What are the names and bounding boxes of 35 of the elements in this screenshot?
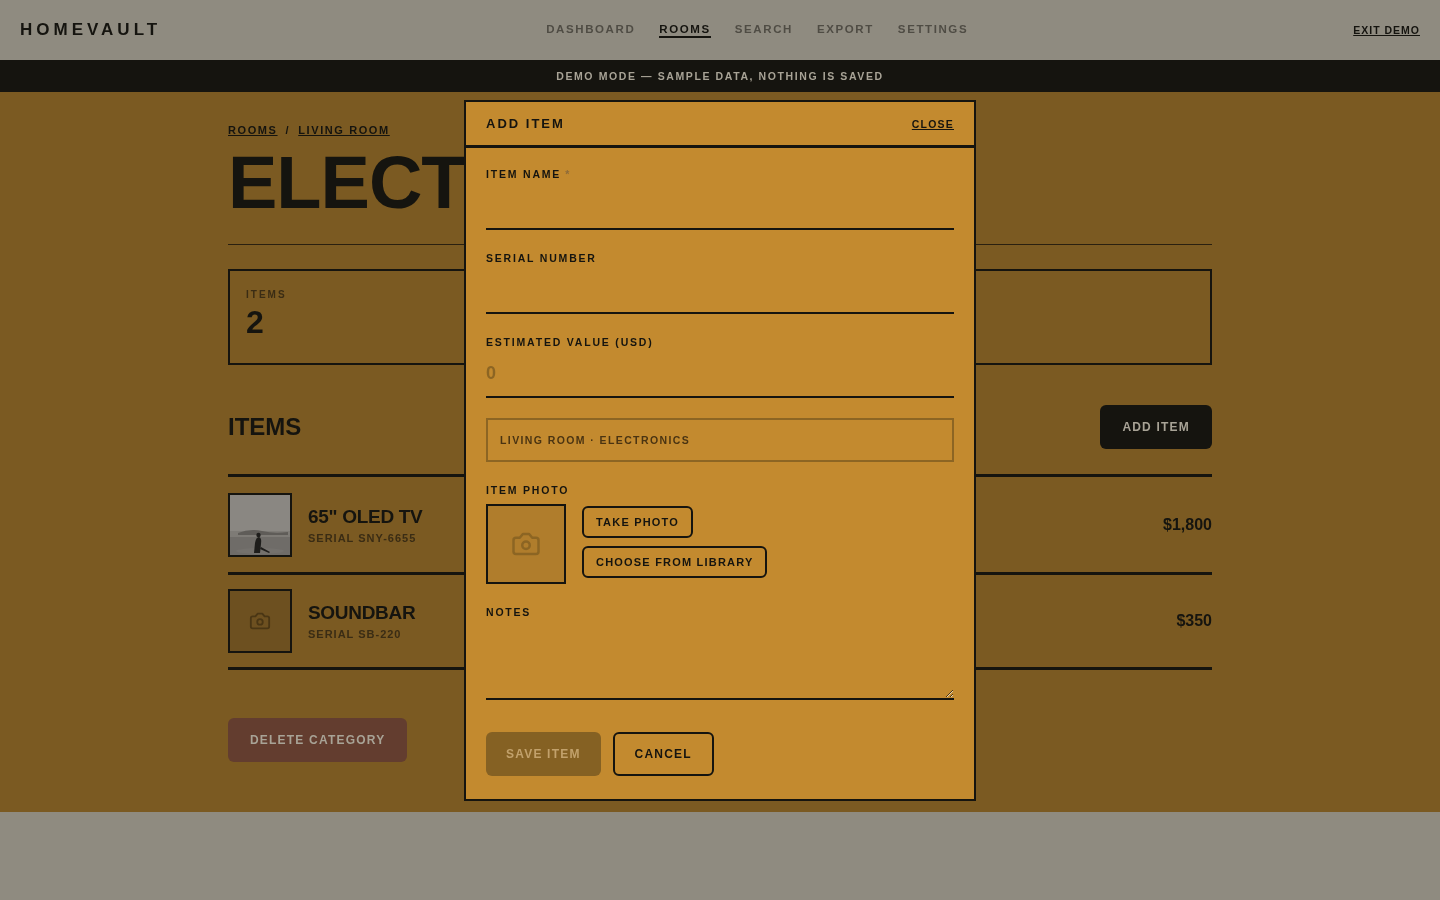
breadcrumb-link[interactable]: ROOMS (228, 124, 278, 136)
close-link[interactable]: CLOSE (911, 117, 954, 130)
exit-demo-link[interactable]: EXIT DEMO (1353, 24, 1420, 36)
field-label: ESTIMATED VALUE (USD) (486, 336, 654, 350)
required-mark: * (565, 168, 571, 182)
item-serial: SERIAL SB-220 (308, 628, 402, 640)
field-label: ITEM PHOTO (486, 484, 570, 498)
breadcrumb-separator: / (285, 124, 291, 136)
add-item-button[interactable]: ADD ITEM (1100, 405, 1212, 449)
nav-link[interactable]: SETTINGS (897, 22, 969, 38)
photo-button[interactable]: TAKE PHOTO (582, 506, 694, 538)
item-serial: SERIAL SNY-6655 (308, 531, 417, 544)
field-label: SERIAL NUMBER (486, 252, 597, 266)
location-tag: LIVING ROOM · ELECTRONICS (486, 418, 954, 462)
dialog-title: ADD ITEM (486, 116, 565, 131)
stat-label: ITEMS (246, 289, 288, 300)
field-label: ITEM NAME (486, 168, 562, 182)
field-label: NOTES (486, 606, 532, 620)
item-name: SOUNDBAR (308, 602, 416, 624)
photo-button[interactable]: CHOOSE FROM LIBRARY (582, 546, 768, 578)
nav-link[interactable]: EXPORT (816, 22, 874, 38)
section-heading: ITEMS (228, 413, 302, 441)
nav-link[interactable]: DASHBOARD (546, 22, 636, 38)
item-value: $1,800 (1163, 515, 1212, 534)
delete-category-button[interactable]: DELETE CATEGORY (228, 718, 408, 762)
camera-icon (249, 610, 271, 632)
demo-banner: DEMO MODE — SAMPLE DATA, NOTHING IS SAVED (0, 60, 1440, 92)
nav-link[interactable]: ROOMS (659, 22, 711, 38)
item-value: $350 (1176, 612, 1212, 630)
item-name: 65" OLED TV (308, 505, 423, 528)
breadcrumb-link[interactable]: LIVING ROOM (298, 124, 390, 136)
cancel-button[interactable]: CANCEL (612, 732, 714, 776)
brand-logo: HOMEVAULT (20, 20, 162, 40)
stat-value: 2 (246, 304, 265, 341)
nav-link[interactable]: SEARCH (734, 22, 793, 38)
